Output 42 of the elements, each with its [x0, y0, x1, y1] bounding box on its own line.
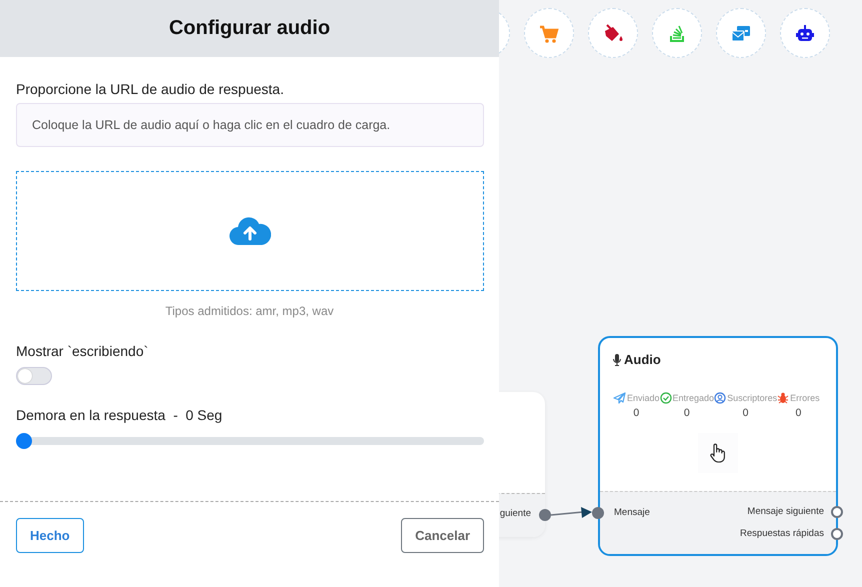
- output-port[interactable]: [831, 506, 843, 518]
- stat-value: 0: [684, 407, 690, 419]
- robot-icon: [794, 22, 816, 44]
- stat-value: 0: [795, 407, 802, 419]
- panel-title: Configurar audio: [168, 17, 330, 40]
- delay-slider-track[interactable]: [16, 433, 484, 449]
- tool-button[interactable]: [588, 8, 638, 58]
- paint-bucket-icon: [602, 22, 624, 44]
- done-button[interactable]: Hecho: [16, 518, 84, 553]
- stat-label: Enviado: [613, 392, 660, 404]
- connector-arrow: [551, 507, 592, 518]
- stat-value: 0: [742, 407, 749, 419]
- bug-icon: [777, 392, 790, 404]
- audio-node[interactable]: Audio Enviado 0 Entregado 0 Suscriptores 0 Errores 0 Mensaje Mensaje siguiente Respuestas rápidas: [598, 336, 838, 556]
- check-circle-icon: [660, 392, 672, 404]
- user-circle-icon: [714, 392, 726, 404]
- stat-label: Errores: [777, 392, 820, 404]
- delay-label: Demora en la respuesta - 0 Seg: [16, 407, 224, 423]
- output-label: Respuestas rápidas: [740, 528, 824, 539]
- delay-slider-thumb[interactable]: [16, 433, 32, 449]
- input-port[interactable]: [592, 507, 604, 519]
- microphone-icon: [613, 354, 621, 366]
- typing-toggle[interactable]: [16, 367, 52, 385]
- stat-label: Suscriptores: [714, 392, 778, 404]
- upload-hint: Tipos admitidos: amr, mp3, wav: [165, 304, 334, 318]
- upload-box[interactable]: [16, 171, 484, 291]
- stat-label: Entregado: [660, 392, 714, 404]
- tool-button[interactable]: [780, 8, 830, 58]
- paper-plane-icon: [613, 392, 626, 404]
- hand-pointer-icon: [709, 443, 727, 463]
- typing-label: Mostrar `escribiendo`: [16, 343, 150, 359]
- output-label: guiente: [500, 508, 531, 521]
- output-label: Mensaje siguiente: [747, 506, 824, 517]
- input-label: Mensaje: [614, 507, 650, 518]
- node-title: Audio: [624, 352, 661, 367]
- output-port[interactable]: [539, 509, 551, 521]
- stat-value: 0: [633, 407, 640, 419]
- output-port[interactable]: [831, 528, 843, 540]
- url-label: Proporcione la URL de audio de respuesta.: [16, 81, 285, 97]
- cancel-button[interactable]: Cancelar: [401, 518, 484, 553]
- cloud-upload-icon: [229, 216, 271, 246]
- url-field[interactable]: Coloque la URL de audio aquí o haga clic en el cuadro de carga.: [16, 103, 484, 147]
